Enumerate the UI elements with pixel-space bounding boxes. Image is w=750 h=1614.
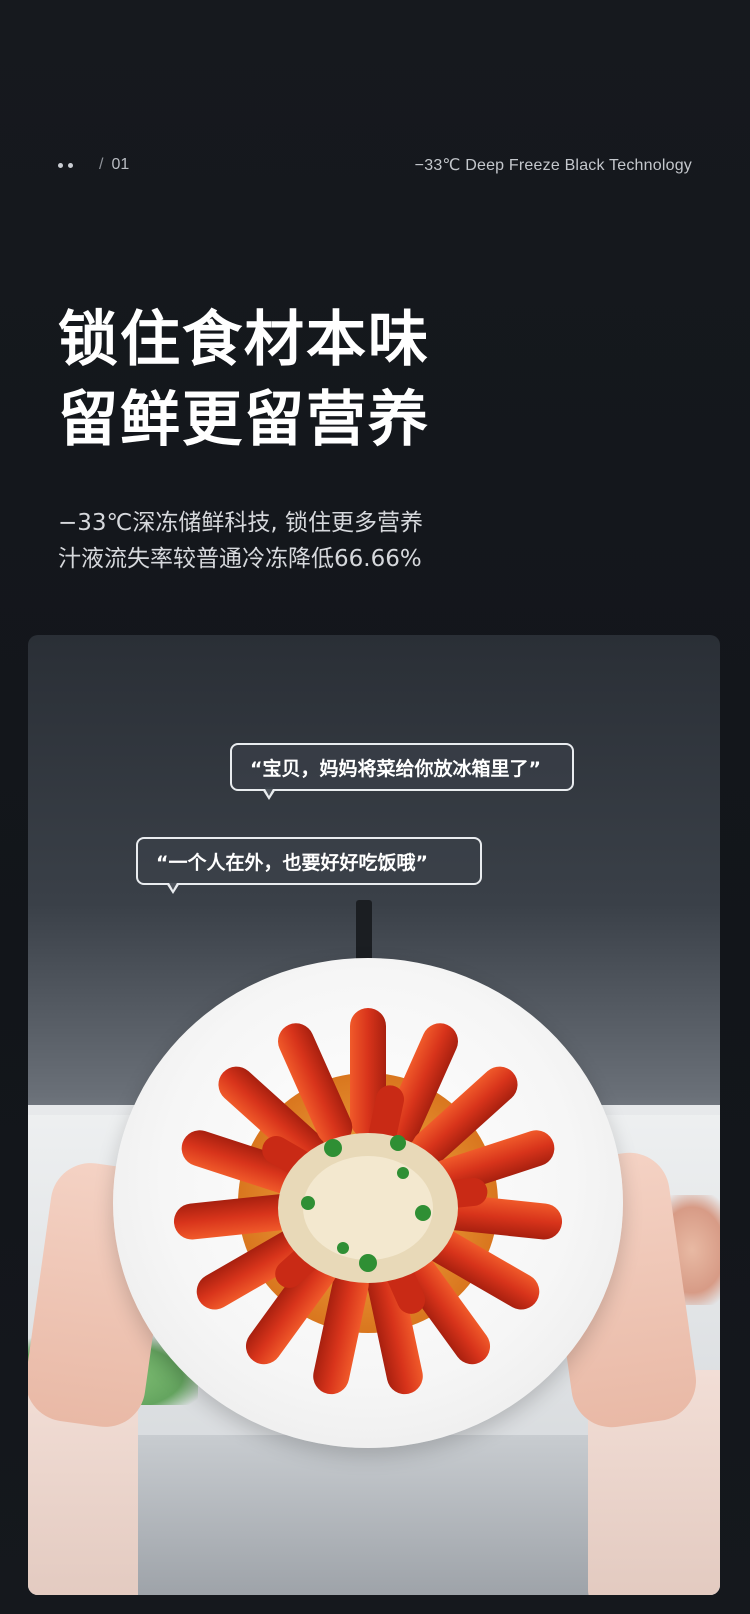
description: −33℃深冻储鲜科技, 锁住更多营养 汁液流失率较普通冷冻降低66.66%	[58, 505, 423, 577]
description-line-1: −33℃深冻储鲜科技, 锁住更多营养	[58, 510, 423, 536]
speech-bubble-mom: “宝贝，妈妈将菜给你放冰箱里了”	[230, 743, 574, 800]
headline-line-1: 锁住食材本味	[58, 305, 430, 375]
speech-bubble-text: “宝贝，妈妈将菜给你放冰箱里了”	[250, 757, 541, 780]
pager-dot	[68, 162, 73, 168]
food-photo: “宝贝，妈妈将菜给你放冰箱里了” “一个人在外，也要好好吃饭哦”	[28, 635, 720, 1595]
description-line-2: 汁液流失率较普通冷冻降低66.66%	[58, 546, 422, 572]
garlic-topping-center	[303, 1156, 433, 1260]
speech-bubble-tail	[262, 787, 276, 800]
crayfish-dish	[173, 1008, 563, 1395]
headline-line-2: 留鲜更留营养	[58, 385, 430, 455]
page-background: / 01 −33℃ Deep Freeze Black Technology 锁…	[0, 0, 750, 1614]
section-header: / 01 −33℃ Deep Freeze Black Technology	[58, 150, 692, 180]
headline: 锁住食材本味 留鲜更留营养	[58, 300, 430, 460]
speech-bubble-eat-well: “一个人在外，也要好好吃饭哦”	[136, 837, 482, 894]
pager-separator: /	[99, 156, 104, 173]
pager-dots	[58, 162, 73, 168]
speech-bubble-tail	[166, 881, 180, 894]
plate	[113, 958, 623, 1448]
pager-index: 01	[111, 156, 130, 173]
pager: / 01	[58, 156, 129, 174]
pager-dot	[58, 162, 63, 168]
tagline: −33℃ Deep Freeze Black Technology	[414, 157, 692, 174]
speech-bubble-text: “一个人在外，也要好好吃饭哦”	[156, 851, 428, 874]
